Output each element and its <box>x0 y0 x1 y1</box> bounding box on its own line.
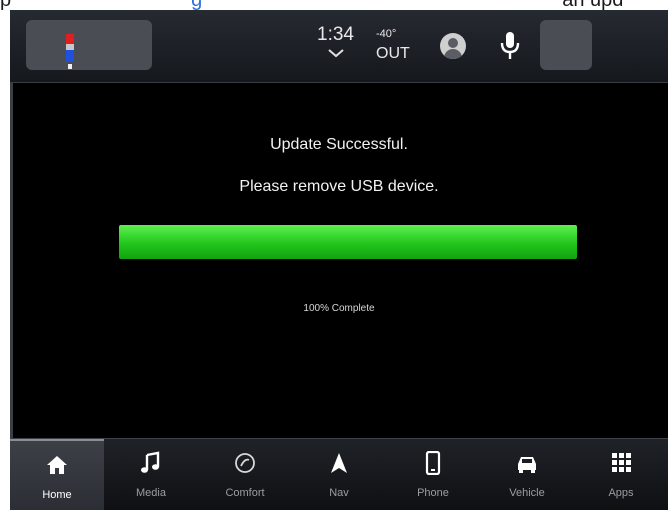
outside-label: OUT <box>376 45 410 62</box>
infotainment-screen: 1:34 -40° OUT Update Successful. Please … <box>10 10 668 510</box>
shortcut-button[interactable] <box>540 20 592 70</box>
nav-label-vehicle: Vehicle <box>509 487 545 499</box>
apps-grid-icon <box>612 453 631 472</box>
nav-item-vehicle[interactable]: Vehicle <box>480 439 574 510</box>
home-icon <box>47 456 67 474</box>
nav-item-nav[interactable]: Nav <box>292 439 386 510</box>
chevron-down-icon[interactable] <box>327 47 345 59</box>
nav-label-phone: Phone <box>417 487 449 499</box>
update-status-message: Update Successful. <box>270 136 408 153</box>
nav-label-comfort: Comfort <box>225 487 265 499</box>
nav-label-apps: Apps <box>608 487 634 499</box>
bottom-nav-bar: Home Media Comfort Nav Phone Vehicle App… <box>10 438 668 510</box>
clock: 1:34 <box>317 24 354 45</box>
profile-icon[interactable] <box>440 33 466 59</box>
vehicle-icon <box>518 457 536 473</box>
nav-label-media: Media <box>136 487 166 499</box>
navigation-arrow-icon <box>331 453 347 473</box>
phone-icon <box>425 451 441 475</box>
progress-fill <box>119 225 577 259</box>
nav-item-home[interactable]: Home <box>10 439 104 510</box>
nav-item-comfort[interactable]: Comfort <box>198 439 292 510</box>
nav-item-apps[interactable]: Apps <box>574 439 668 510</box>
status-bar: 1:34 -40° OUT <box>10 10 668 83</box>
update-instruction: Please remove USB device. <box>239 178 439 195</box>
progress-percent-text: 100% Complete <box>303 303 375 314</box>
nav-label-home: Home <box>42 489 72 501</box>
music-note-icon <box>141 451 160 473</box>
outside-temp: -40° <box>376 28 397 40</box>
nav-label-nav: Nav <box>329 487 349 499</box>
comfort-icon <box>235 453 255 473</box>
nav-item-media[interactable]: Media <box>104 439 198 510</box>
nav-item-phone[interactable]: Phone <box>386 439 480 510</box>
thermostat-icon <box>66 34 74 70</box>
microphone-icon[interactable] <box>499 31 521 61</box>
update-progress-bar <box>119 225 577 259</box>
climate-button[interactable] <box>26 20 152 70</box>
